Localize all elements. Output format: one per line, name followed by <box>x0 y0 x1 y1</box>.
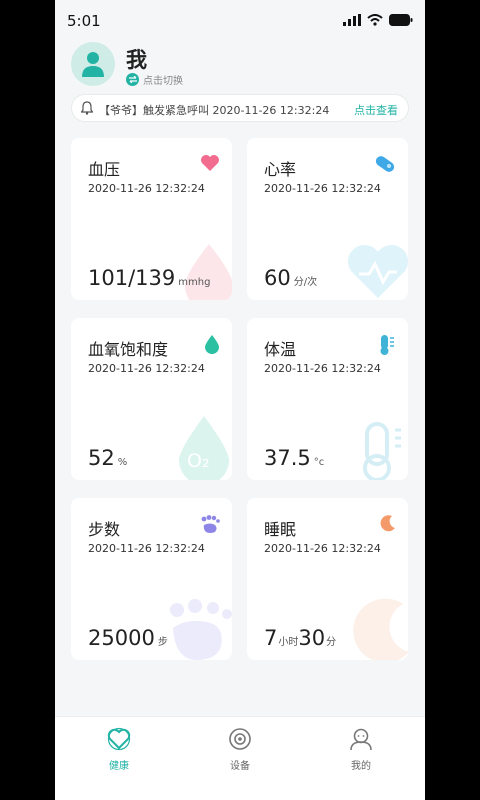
bottom-tab-bar: 健康 设备 我的 <box>55 716 425 800</box>
hours-unit: 小时 <box>278 637 299 648</box>
bell-icon <box>81 101 93 115</box>
o2-drop-watermark-icon: O₂ <box>179 416 229 480</box>
steps-card[interactable]: 步数 2020-11-26 12:32:24 25000 步 <box>71 498 232 660</box>
phone-screen: 5:01 我 点击切换 【爷爷】触发紧急呼叫 2020-11-26 12:32:… <box>55 0 425 800</box>
blood-oxygen-card[interactable]: O₂ 血氧饱和度 2020-11-26 12:32:24 52% <box>71 318 232 480</box>
avatar[interactable] <box>71 42 115 86</box>
value-unit: 步 <box>157 637 168 648</box>
view-notice-link[interactable]: 点击查看 <box>354 102 398 118</box>
card-value: 101/139 mmhg <box>88 266 210 290</box>
blood-pressure-card[interactable]: 血压 2020-11-26 12:32:24 101/139 mmhg <box>71 138 232 300</box>
signal-icon <box>343 14 361 26</box>
thermometer-watermark-icon <box>363 422 401 480</box>
heart-watermark-icon <box>347 244 408 298</box>
card-time: 2020-11-26 12:32:24 <box>88 542 205 555</box>
battery-icon <box>389 14 413 26</box>
status-time: 5:01 <box>67 12 101 30</box>
card-title: 心率 <box>264 160 297 179</box>
value-number: 52 <box>88 446 115 470</box>
card-value: 37.5 °c <box>264 446 324 470</box>
pill-icon <box>375 156 395 172</box>
value-number: 37.5 <box>264 446 311 470</box>
hours-number: 7 <box>264 626 278 650</box>
tab-label: 设备 <box>230 761 250 772</box>
card-title: 血氧饱和度 <box>88 340 169 359</box>
minutes-unit: 分 <box>326 637 337 648</box>
user-icon <box>82 52 104 77</box>
thermometer-icon <box>380 335 394 355</box>
card-time: 2020-11-26 12:32:24 <box>264 542 381 555</box>
user-header: 我 点击切换 <box>55 40 425 90</box>
value-unit: mmhg <box>178 277 211 288</box>
svg-text:O₂: O₂ <box>187 450 210 472</box>
heart-rate-card[interactable]: 心率 2020-11-26 12:32:24 60 分/次 <box>247 138 408 300</box>
notice-text: 【爷爷】触发紧急呼叫 2020-11-26 12:32:24 <box>99 104 330 117</box>
device-icon <box>229 728 251 750</box>
card-time: 2020-11-26 12:32:24 <box>88 182 205 195</box>
minutes-number: 30 <box>298 626 326 650</box>
status-bar: 5:01 <box>55 0 425 40</box>
card-title: 睡眠 <box>264 520 297 539</box>
tab-health[interactable]: 健康 <box>79 727 159 772</box>
health-icon <box>107 727 131 751</box>
tab-mine[interactable]: 我的 <box>321 727 401 772</box>
tab-device[interactable]: 设备 <box>200 727 280 772</box>
value-number: 101/139 <box>88 266 176 290</box>
emergency-notice: 【爷爷】触发紧急呼叫 2020-11-26 12:32:24 点击查看 <box>71 94 409 122</box>
card-time: 2020-11-26 12:32:24 <box>264 362 381 375</box>
value-number: 25000 <box>88 626 155 650</box>
value-unit: 分/次 <box>293 277 318 288</box>
card-value: 60 分/次 <box>264 266 317 290</box>
wifi-icon <box>367 14 383 26</box>
switch-icon <box>126 73 139 86</box>
card-time: 2020-11-26 12:32:24 <box>264 182 381 195</box>
status-icons <box>343 14 413 26</box>
card-title: 血压 <box>88 160 121 179</box>
card-title: 步数 <box>88 520 121 539</box>
value-number: 60 <box>264 266 291 290</box>
switch-label: 点击切换 <box>143 76 183 87</box>
tab-label: 我的 <box>351 761 371 772</box>
value-unit: °c <box>313 457 325 468</box>
moon-icon <box>380 515 395 532</box>
drop-icon <box>205 335 219 354</box>
card-value: 25000 步 <box>88 626 168 650</box>
switch-user-button[interactable]: 点击切换 <box>126 72 183 87</box>
card-value: 7小时30分 <box>264 626 336 650</box>
tab-label: 健康 <box>109 761 129 772</box>
footprint-icon <box>201 515 220 533</box>
user-name: 我 <box>126 48 147 72</box>
sleep-card[interactable]: 睡眠 2020-11-26 12:32:24 7小时30分 <box>247 498 408 660</box>
card-time: 2020-11-26 12:32:24 <box>88 362 205 375</box>
profile-icon <box>350 728 372 751</box>
footprint-watermark-icon <box>170 599 232 660</box>
moon-watermark-icon <box>353 598 408 660</box>
card-value: 52% <box>88 446 127 470</box>
temperature-card[interactable]: 体温 2020-11-26 12:32:24 37.5 °c <box>247 318 408 480</box>
card-title: 体温 <box>264 340 297 359</box>
value-unit: % <box>117 457 128 468</box>
heart-icon <box>201 155 219 171</box>
